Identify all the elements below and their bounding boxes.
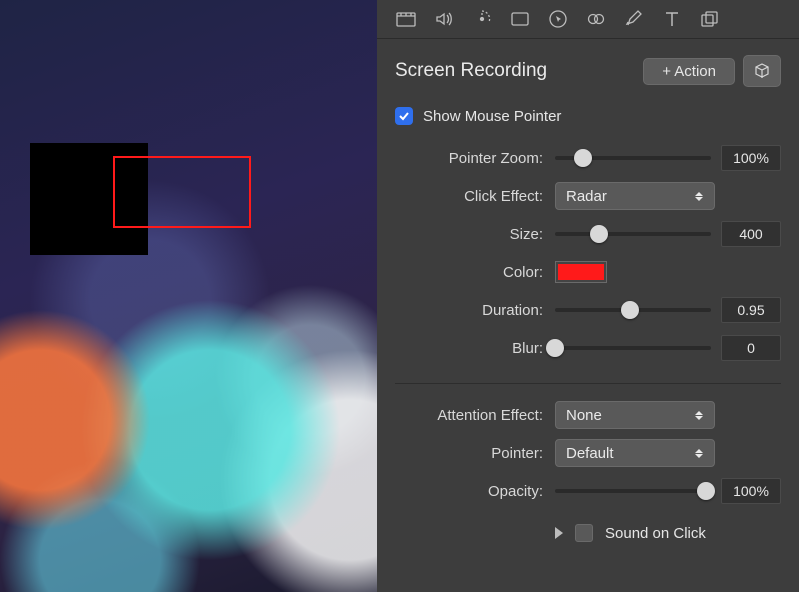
divider [395, 383, 781, 384]
panel-title: Screen Recording [395, 60, 643, 82]
text-icon[interactable] [661, 8, 683, 30]
attention-effect-value: None [566, 407, 602, 424]
crop-icon[interactable] [509, 8, 531, 30]
size-value[interactable]: 400 [721, 221, 781, 247]
pointer-select[interactable]: Default [555, 439, 715, 467]
link-icon[interactable] [585, 8, 607, 30]
blur-label: Blur: [395, 340, 545, 357]
inspector-toolbar [377, 0, 799, 39]
chevron-updown-icon [692, 449, 706, 458]
pointer-zoom-slider[interactable] [555, 147, 711, 169]
duration-label: Duration: [395, 302, 545, 319]
opacity-slider[interactable] [555, 480, 711, 502]
disclosure-triangle-icon[interactable] [555, 527, 563, 539]
color-swatch[interactable] [555, 261, 607, 283]
opacity-label: Opacity: [395, 483, 545, 500]
selection-rectangle[interactable] [113, 156, 251, 228]
blur-slider[interactable] [555, 337, 711, 359]
attention-effect-select[interactable]: None [555, 401, 715, 429]
show-mouse-pointer-label: Show Mouse Pointer [423, 108, 561, 125]
radar-icon[interactable] [471, 8, 493, 30]
sound-on-click-checkbox[interactable] [575, 524, 593, 542]
copies-icon[interactable] [699, 8, 721, 30]
pointer-zoom-label: Pointer Zoom: [395, 150, 545, 167]
pencil-icon[interactable] [623, 8, 645, 30]
pointer-label: Pointer: [395, 445, 545, 462]
pointer-value: Default [566, 445, 614, 462]
cursor-icon[interactable] [547, 8, 569, 30]
video-icon[interactable] [395, 8, 417, 30]
click-effect-label: Click Effect: [395, 188, 545, 205]
attention-effect-label: Attention Effect: [395, 407, 545, 424]
audio-icon[interactable] [433, 8, 455, 30]
cube-button[interactable] [743, 55, 781, 87]
add-action-button[interactable]: + Action [643, 58, 735, 85]
show-mouse-pointer-checkbox[interactable] [395, 107, 413, 125]
chevron-updown-icon [692, 192, 706, 201]
color-swatch-fill [558, 264, 604, 280]
sound-on-click-label: Sound on Click [605, 525, 706, 542]
size-slider[interactable] [555, 223, 711, 245]
preview-canvas[interactable] [0, 0, 377, 592]
click-effect-value: Radar [566, 188, 607, 205]
chevron-updown-icon [692, 411, 706, 420]
blur-value[interactable]: 0 [721, 335, 781, 361]
opacity-value[interactable]: 100% [721, 478, 781, 504]
size-label: Size: [395, 226, 545, 243]
pointer-zoom-value[interactable]: 100% [721, 145, 781, 171]
click-effect-select[interactable]: Radar [555, 182, 715, 210]
duration-value[interactable]: 0.95 [721, 297, 781, 323]
color-label: Color: [395, 264, 545, 281]
inspector-panel: Screen Recording + Action Show Mouse Poi… [377, 0, 799, 592]
duration-slider[interactable] [555, 299, 711, 321]
